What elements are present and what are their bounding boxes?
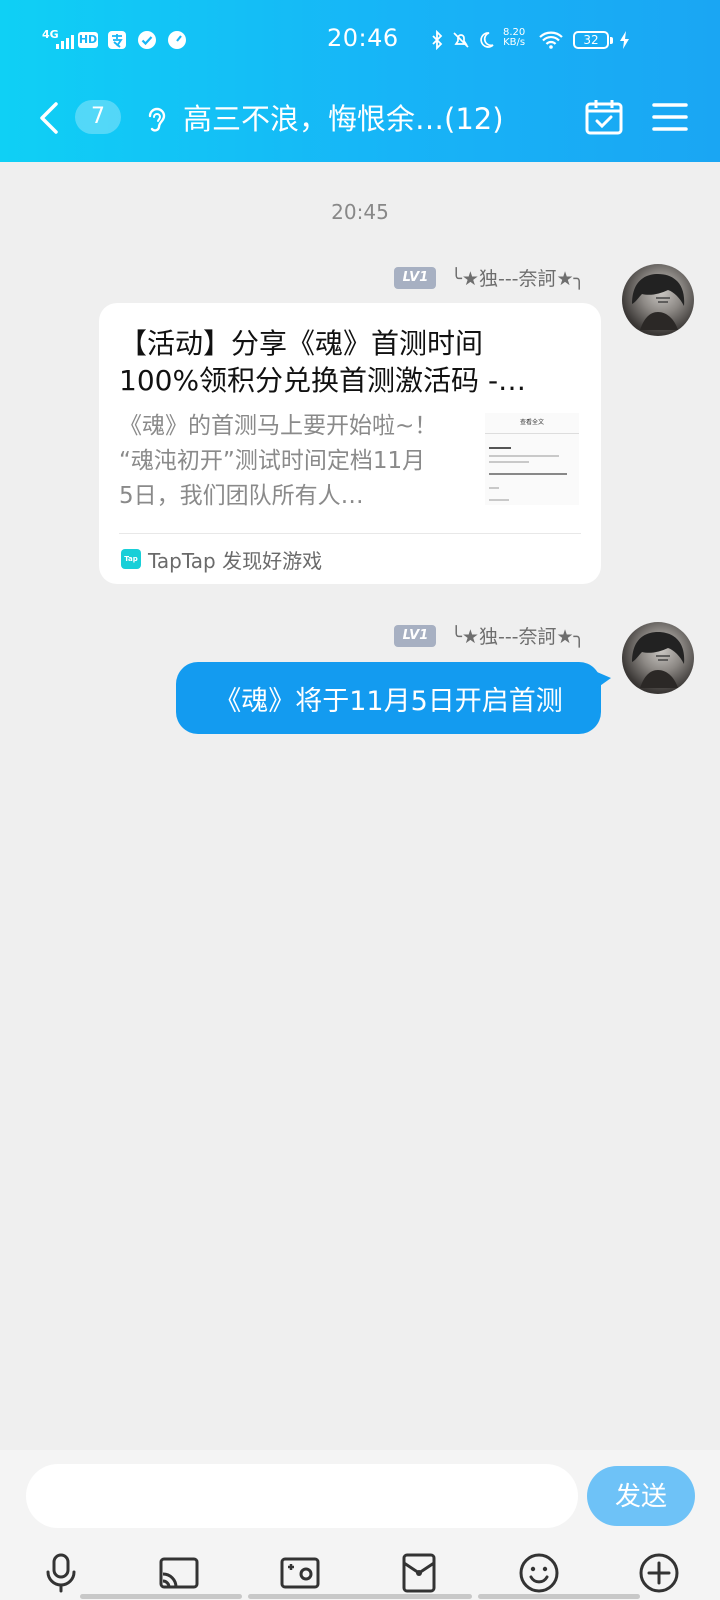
bluetooth-icon [432,30,443,50]
send-button[interactable]: 发送 [587,1466,695,1526]
level-badge: LV1 [394,624,437,647]
divider [119,533,581,534]
ear-icon [148,107,166,132]
wifi-icon [539,31,563,49]
back-icon[interactable] [36,100,64,136]
card-title-line: 100%领积分兑换首测激活码 -… [119,364,527,397]
signal-icon [56,35,74,49]
title-bar: 7 高三不浪，悔恨余…(12) [0,80,720,162]
menu-icon[interactable] [652,102,688,132]
microphone-icon[interactable] [40,1552,82,1594]
card-desc-line: “魂沌初开”测试时间定档11月 [119,448,426,474]
card-thumbnail: 查看全文 [485,413,579,505]
nav-gesture-bar [478,1594,640,1599]
plus-icon[interactable] [638,1552,680,1594]
mute-bell-icon [453,32,469,48]
unread-count-badge[interactable]: 7 [75,100,121,134]
moon-icon [480,32,494,48]
payment-app-icon [108,31,126,49]
message-text: 《魂》将于11月5日开启首测 [214,686,563,717]
status-bar: 4G HD 20:46 8.20 KB/s 32 [0,0,720,80]
sender-line: LV1 ╰★独---奈訶★╮ [394,622,585,649]
charging-icon [620,31,629,49]
chat-title[interactable]: 高三不浪，悔恨余…(12) [183,96,504,138]
taptap-logo: Tap [121,549,141,569]
speedometer-icon [168,31,186,49]
nav-gesture-bar [80,1594,242,1599]
net-speed: 8.20 KB/s [503,28,525,48]
card-source: TapTap 发现好游戏 [148,549,323,573]
card-title-line: 【活动】分享《魂》首测时间 [119,327,484,360]
avatar[interactable] [622,264,694,336]
card-title: 【活动】分享《魂》首测时间 100%领积分兑换首测激活码 -… [119,325,569,399]
battery-icon: 32 [573,31,613,49]
card-description: 《魂》的首测马上要开始啦~！ “魂沌初开”测试时间定档11月 5日，我们团队所有… [119,409,459,514]
calendar-check-icon[interactable] [584,98,624,136]
hd-badge: HD [78,32,98,48]
card-desc-line: 5日，我们团队所有人… [119,483,364,509]
cast-icon[interactable] [158,1552,200,1594]
emoji-icon[interactable] [518,1552,560,1594]
message-bubble[interactable]: 《魂》将于11月5日开启首测 [176,662,611,734]
photo-icon[interactable] [279,1552,321,1594]
clock: 20:46 [327,24,399,52]
sender-line: LV1 ╰★独---奈訶★╮ [394,264,585,291]
sender-nickname[interactable]: ╰★独---奈訶★╮ [450,622,585,649]
thumbnail-heading: 查看全文 [485,413,579,434]
net-speed-unit: KB/s [503,37,526,48]
shared-link-card[interactable]: 【活动】分享《魂》首测时间 100%领积分兑换首测激活码 -… 《魂》的首测马上… [99,303,601,584]
message-timestamp: 20:45 [331,200,389,224]
sender-nickname[interactable]: ╰★独---奈訶★╮ [450,264,585,291]
message-input[interactable] [26,1464,578,1528]
check-circle-icon [138,31,156,49]
header: 4G HD 20:46 8.20 KB/s 32 7 高三不浪，悔恨余…(12) [0,0,720,162]
level-badge: LV1 [394,266,437,289]
red-packet-icon[interactable] [398,1552,440,1594]
input-bar: 发送 [0,1450,720,1600]
card-desc-line: 《魂》的首测马上要开始啦~！ [119,413,438,439]
nav-gesture-bar [248,1594,472,1599]
avatar[interactable] [622,622,694,694]
